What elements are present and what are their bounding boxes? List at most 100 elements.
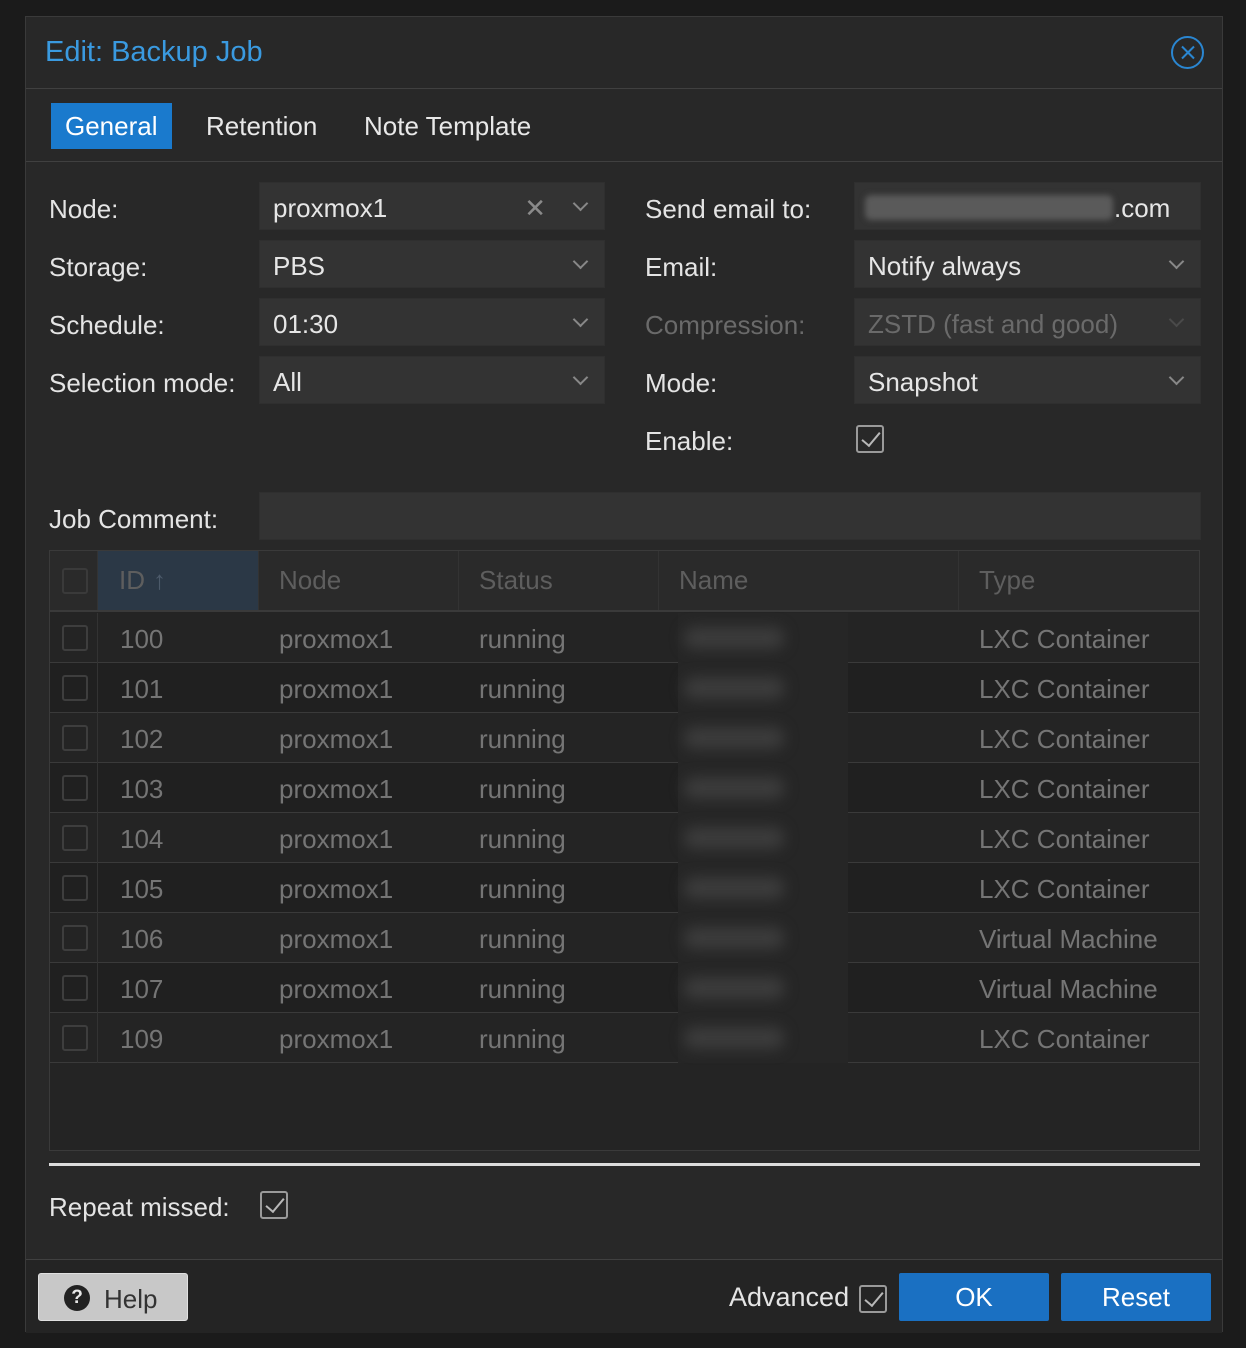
email-select[interactable]: Notify always [854,240,1201,288]
row-status: running [479,824,566,854]
table-row[interactable]: 107 proxmox1 running Virtual Machine [50,963,1199,1013]
column-header-type[interactable]: Type [959,551,1201,610]
row-checkbox[interactable] [62,825,88,851]
row-separator [97,1013,98,1063]
grid-header: ID ↑ Node Status Name Type [50,551,1199,612]
selection-mode-label: Selection mode: [49,368,236,398]
row-checkbox[interactable] [62,875,88,901]
row-type: Virtual Machine [979,974,1158,1004]
row-separator [97,863,98,913]
row-status: running [479,674,566,704]
row-checkbox[interactable] [62,625,88,651]
clear-icon[interactable]: ✕ [524,193,546,224]
tab-general[interactable]: General [51,103,172,149]
send-email-label: Send email to: [645,194,812,224]
row-id: 106 [120,924,164,954]
column-header-status[interactable]: Status [459,551,659,610]
row-checkbox[interactable] [62,725,88,751]
chevron-down-icon[interactable] [572,195,589,212]
row-name-redacted [678,613,848,663]
row-status: running [479,924,566,954]
storage-value: PBS [273,251,326,281]
guest-grid: ID ↑ Node Status Name Type 100 proxmox1 r… [49,550,1200,1151]
node-value: proxmox1 [273,193,388,223]
table-row[interactable]: 100 proxmox1 running LXC Container [50,613,1199,663]
reset-button[interactable]: Reset [1061,1273,1211,1321]
job-comment-input[interactable] [259,492,1201,540]
backup-job-dialog: Edit: Backup Job General Retention Note … [25,16,1223,1333]
node-select[interactable]: proxmox1 ✕ [259,182,605,230]
table-row[interactable]: 106 proxmox1 running Virtual Machine [50,913,1199,963]
table-row[interactable]: 104 proxmox1 running LXC Container [50,813,1199,863]
row-separator [97,813,98,863]
chevron-down-icon[interactable] [572,253,589,270]
row-status: running [479,624,566,654]
compression-value: ZSTD (fast and good) [868,309,1118,339]
row-name-redacted [678,863,848,913]
chevron-down-icon [1168,311,1185,328]
job-comment-label: Job Comment: [49,504,219,534]
repeat-missed-label: Repeat missed: [49,1192,230,1222]
table-row[interactable]: 102 proxmox1 running LXC Container [50,713,1199,763]
chevron-down-icon[interactable] [1168,253,1185,270]
column-header-name[interactable]: Name [659,551,959,610]
email-value: Notify always [868,251,1022,281]
row-type: LXC Container [979,624,1150,654]
table-row[interactable]: 109 proxmox1 running LXC Container [50,1013,1199,1063]
schedule-label: Schedule: [49,310,165,340]
help-label: Help [104,1284,158,1314]
row-status: running [479,774,566,804]
row-id: 101 [120,674,164,704]
help-button[interactable]: ? Help [38,1273,188,1321]
advanced-checkbox[interactable] [859,1285,887,1313]
row-name-redacted [678,763,848,813]
row-node: proxmox1 [279,1024,394,1054]
selection-mode-select[interactable]: All [259,356,605,404]
enable-label: Enable: [645,426,734,456]
select-all-cell [50,551,98,610]
table-row[interactable]: 105 proxmox1 running LXC Container [50,863,1199,913]
schedule-select[interactable]: 01:30 [259,298,605,346]
sort-ascending-icon: ↑ [153,565,166,595]
row-checkbox[interactable] [62,1025,88,1051]
close-icon[interactable] [1171,36,1204,69]
select-all-checkbox[interactable] [62,568,88,594]
row-checkbox[interactable] [62,675,88,701]
row-id: 103 [120,774,164,804]
enable-checkbox[interactable] [856,425,884,453]
mode-select[interactable]: Snapshot [854,356,1201,404]
row-name-redacted [678,713,848,763]
row-node: proxmox1 [279,974,394,1004]
section-divider [49,1163,1200,1166]
column-header-node[interactable]: Node [259,551,459,610]
chevron-down-icon[interactable] [572,369,589,386]
email-label: Email: [645,252,718,282]
advanced-label: Advanced [729,1282,850,1312]
dialog-titlebar: Edit: Backup Job [26,17,1222,89]
tab-note-template[interactable]: Note Template [350,103,545,149]
row-checkbox[interactable] [62,975,88,1001]
row-type: Virtual Machine [979,924,1158,954]
table-row[interactable]: 103 proxmox1 running LXC Container [50,763,1199,813]
row-checkbox[interactable] [62,925,88,951]
row-type: LXC Container [979,674,1150,704]
send-email-input[interactable]: .com [854,182,1201,230]
row-id: 104 [120,824,164,854]
table-row[interactable]: 101 proxmox1 running LXC Container [50,663,1199,713]
row-type: LXC Container [979,1024,1150,1054]
storage-select[interactable]: PBS [259,240,605,288]
row-node: proxmox1 [279,674,394,704]
row-node: proxmox1 [279,774,394,804]
row-checkbox[interactable] [62,775,88,801]
repeat-missed-checkbox[interactable] [260,1191,288,1219]
chevron-down-icon[interactable] [572,311,589,328]
dialog-title: Edit: Backup Job [45,36,263,68]
column-header-id[interactable]: ID ↑ [98,551,259,610]
column-header-id-label: ID [119,565,145,595]
chevron-down-icon[interactable] [1168,369,1185,386]
row-type: LXC Container [979,824,1150,854]
ok-button[interactable]: OK [899,1273,1049,1321]
dialog-footer: ? Help Advanced OK Reset [26,1259,1222,1333]
row-separator [97,713,98,763]
tab-retention[interactable]: Retention [192,103,331,149]
